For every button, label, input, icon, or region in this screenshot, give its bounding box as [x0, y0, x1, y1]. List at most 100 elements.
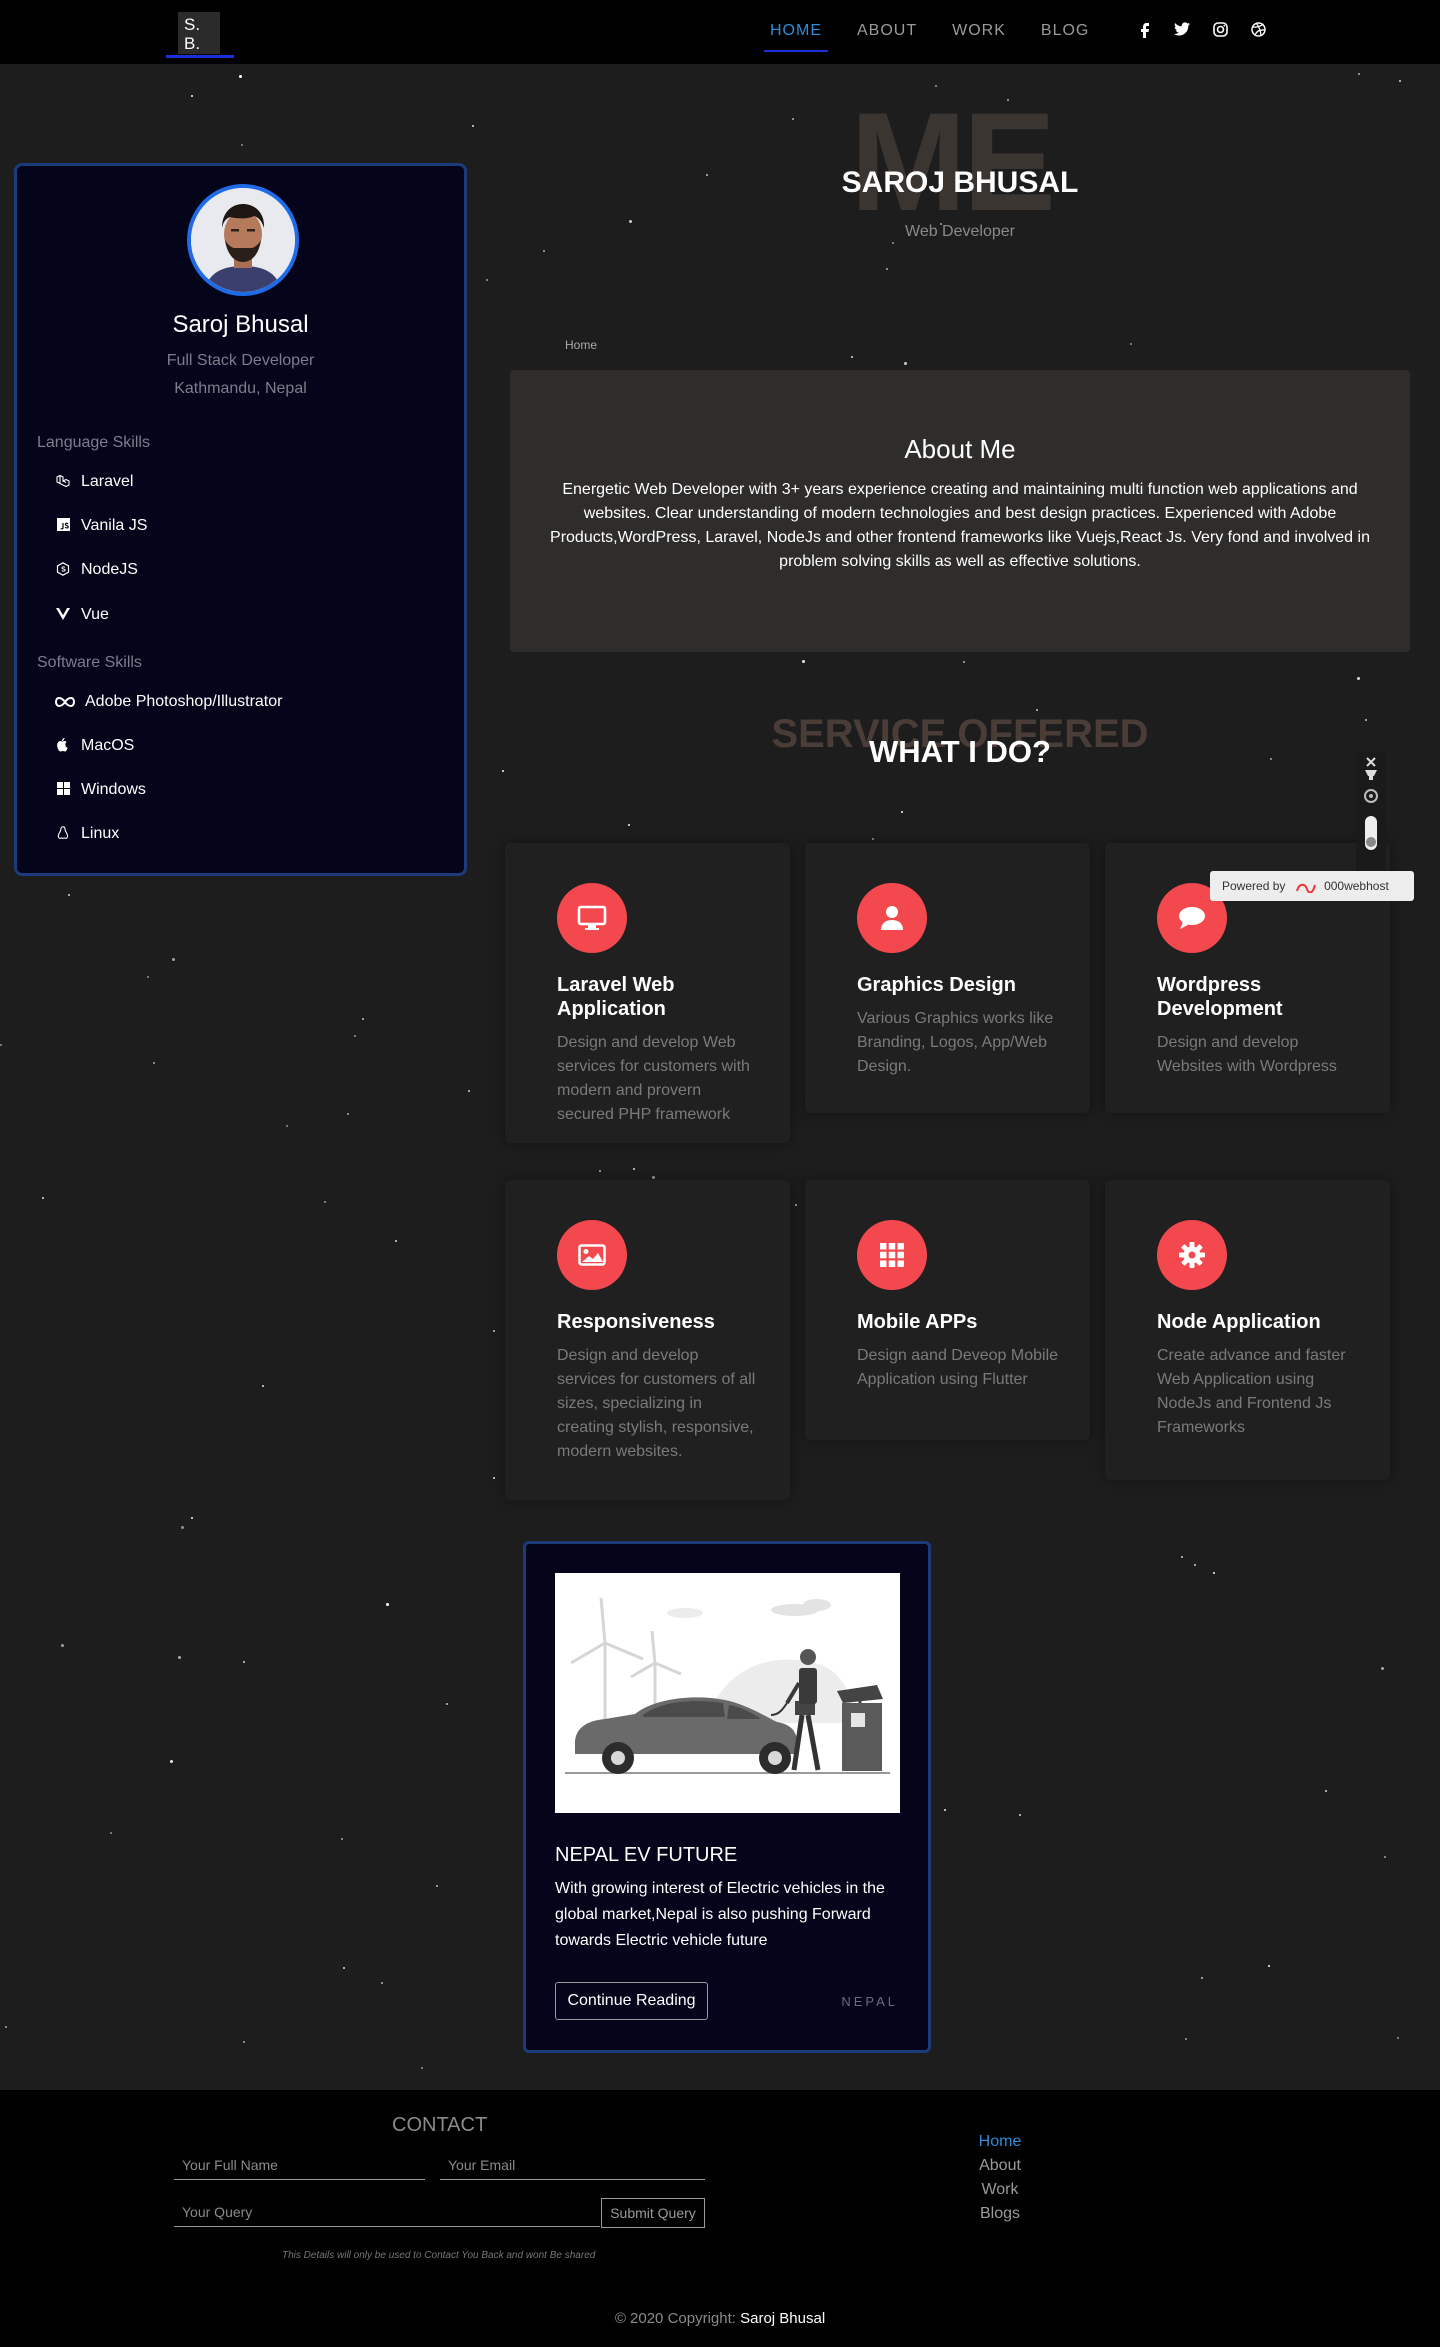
blog-tag[interactable]: NEPAL	[841, 1994, 898, 2009]
star-dot	[795, 1204, 797, 1206]
service-text: Design and develop services for customer…	[557, 1347, 756, 1460]
star-dot	[892, 242, 894, 244]
continue-reading-button[interactable]: Continue Reading	[555, 1982, 708, 2020]
service-card-mobile: Mobile APPs Design aand Deveop Mobile Ap…	[805, 1180, 1090, 1440]
star-dot	[1399, 80, 1401, 82]
star-dot	[493, 1330, 495, 1332]
powered-by-badge[interactable]: Powered by 000webhost	[1210, 871, 1414, 901]
query-field[interactable]	[174, 2197, 600, 2227]
user-icon	[857, 883, 927, 953]
about-title: About Me	[904, 434, 1016, 464]
profile-sidebar: Saroj Bhusal Full Stack Developer Kathma…	[14, 163, 467, 876]
copyright: © 2020 Copyright: Saroj Bhusal	[0, 2310, 1440, 2327]
service-title: Wordpress Development	[1157, 974, 1283, 1020]
star-dot	[362, 1018, 364, 1020]
star-dot	[1019, 1814, 1021, 1816]
footer-link-work[interactable]: Work	[960, 2178, 1040, 2202]
star-dot	[172, 958, 175, 961]
star-dot	[61, 1644, 64, 1647]
star-dot	[1357, 677, 1360, 680]
star-dot	[901, 811, 903, 813]
star-dot	[886, 268, 888, 270]
email-field[interactable]	[440, 2150, 705, 2180]
social-links	[1134, 22, 1268, 42]
facebook-icon[interactable]	[1134, 22, 1154, 42]
star-dot	[599, 1170, 601, 1172]
vue-icon	[55, 607, 71, 623]
logo-line-2: B.	[184, 34, 201, 53]
nav-about-link[interactable]: ABOUT	[857, 22, 917, 40]
submit-query-button[interactable]: Submit Query	[601, 2198, 705, 2228]
star-dot	[1194, 1564, 1196, 1566]
nav-links: HOME ABOUT WORK BLOG	[764, 22, 1124, 52]
nav-blog-link[interactable]: BLOG	[1041, 22, 1089, 40]
star-dot	[1130, 343, 1132, 345]
copyright-name[interactable]: Saroj Bhusal	[740, 2310, 825, 2327]
hero-background-text: ME	[850, 83, 1056, 240]
star-dot	[421, 2067, 423, 2069]
star-dot	[792, 118, 794, 120]
star-dot	[239, 75, 242, 78]
star-dot	[386, 1603, 389, 1606]
skill-vue: Vue	[55, 606, 109, 624]
footer-links: Home About Work Blogs	[960, 2130, 1040, 2226]
contact-disclaimer: This Details will only be used to Contac…	[282, 2250, 596, 2261]
linux-icon	[55, 825, 71, 843]
star-dot	[110, 1832, 112, 1834]
full-name-field[interactable]	[174, 2150, 425, 2180]
service-title: Responsiveness	[557, 1311, 715, 1333]
footer-link-blogs[interactable]: Blogs	[960, 2202, 1040, 2226]
gear-icon	[1157, 1220, 1227, 1290]
star-dot	[5, 2026, 7, 2028]
star-dot	[243, 1661, 245, 1663]
site-logo[interactable]: S. B.	[178, 12, 220, 54]
about-section: About Me Energetic Web Developer with 3+…	[510, 370, 1410, 652]
service-text: Create advance and faster Web Applicatio…	[1157, 1347, 1346, 1436]
footer-link-about[interactable]: About	[960, 2154, 1040, 2178]
hosting-widget-controls[interactable]	[1356, 752, 1386, 882]
service-text: Design and develop Web services for cust…	[557, 1034, 750, 1123]
star-dot	[395, 1240, 397, 1242]
profile-role: Full Stack Developer	[166, 352, 315, 369]
star-dot	[706, 174, 708, 176]
blog-illustration	[555, 1573, 900, 1813]
star-dot	[486, 279, 488, 281]
copyright-text: © 2020 Copyright:	[614, 2310, 736, 2327]
service-text: Various Graphics works like Branding, Lo…	[857, 1010, 1054, 1075]
star-dot	[1358, 73, 1360, 75]
laravel-icon	[55, 474, 71, 491]
star-dot	[153, 1062, 155, 1064]
star-dot	[347, 1113, 349, 1115]
star-dot	[354, 1035, 356, 1037]
star-dot	[628, 824, 630, 826]
footer-link-home[interactable]: Home	[960, 2130, 1040, 2154]
profile-name: Saroj Bhusal	[172, 311, 309, 338]
breadcrumb[interactable]: Home	[565, 338, 597, 352]
language-skills-heading: Language Skills	[37, 434, 150, 451]
skill-nodejs: NodeJS	[55, 561, 138, 579]
top-navbar: S. B. HOME ABOUT WORK BLOG	[0, 0, 1440, 64]
skill-laravel: Laravel	[55, 473, 133, 491]
skill-label: Windows	[81, 781, 146, 798]
star-dot	[802, 660, 805, 663]
star-dot	[241, 144, 243, 146]
star-dot	[872, 838, 874, 840]
star-dot	[543, 250, 545, 252]
instagram-icon[interactable]	[1210, 22, 1230, 42]
skill-label: Laravel	[81, 473, 134, 490]
star-dot	[1384, 1856, 1386, 1858]
powered-by-brand: 000webhost	[1324, 879, 1389, 893]
skill-adobe: Adobe Photoshop/Illustrator	[54, 693, 282, 711]
star-dot	[170, 1760, 173, 1763]
skill-windows: Windows	[55, 781, 146, 799]
nav-home-link[interactable]: HOME	[764, 22, 828, 52]
skill-linux: Linux	[55, 825, 119, 843]
blog-title[interactable]: NEPAL EV FUTURE	[555, 1844, 737, 1867]
dribbble-icon[interactable]	[1248, 22, 1268, 42]
star-dot	[191, 1517, 193, 1519]
twitter-icon[interactable]	[1172, 22, 1192, 42]
star-dot	[472, 125, 474, 127]
nav-work-link[interactable]: WORK	[952, 22, 1006, 40]
star-dot	[1381, 1667, 1384, 1670]
star-dot	[629, 220, 632, 223]
